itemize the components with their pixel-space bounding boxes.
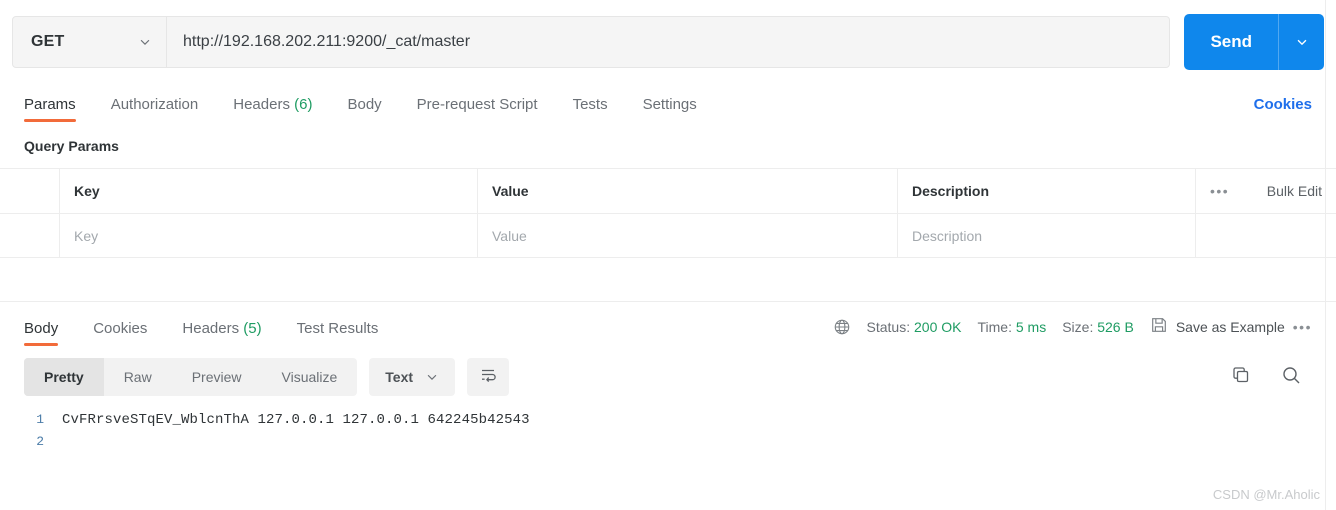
tab-settings-label: Settings (642, 96, 697, 113)
select-all-cell[interactable] (0, 169, 60, 213)
body-format-select[interactable]: Text (369, 358, 456, 396)
time-value: 5 ms (1015, 318, 1047, 335)
right-border-divider (1325, 0, 1326, 510)
response-tab-body-label: Body (24, 320, 59, 337)
code-line: 2 (0, 434, 1336, 456)
line-text: CvFRrsveSTqEV_WblcnThA 127.0.0.1 127.0.0… (62, 412, 530, 428)
tab-pre-request-script-label: Pre-request Script (416, 96, 538, 113)
request-url-bar: GET http://192.168.202.211:9200/_cat/mas… (0, 0, 1336, 70)
line-number: 1 (36, 412, 44, 427)
line-number: 2 (36, 434, 44, 449)
row-key-input[interactable]: Key (60, 214, 478, 257)
response-tab-body[interactable]: Body (24, 320, 59, 346)
status-label: Status: (866, 318, 911, 335)
query-params-title: Query Params (24, 138, 119, 154)
section-divider (0, 258, 1336, 302)
response-tab-test-results[interactable]: Test Results (297, 320, 379, 346)
watermark: CSDN @Mr.Aholic (1212, 487, 1320, 502)
postman-window: GET http://192.168.202.211:9200/_cat/mas… (0, 0, 1336, 510)
view-mode-raw[interactable]: Raw (104, 358, 172, 396)
size-badge: Size: 526 B (1062, 319, 1134, 335)
size-value: 526 B (1097, 318, 1134, 335)
view-mode-switcher: Pretty Raw Preview Visualize (24, 358, 358, 396)
request-tabs: Params Authorization Headers (6) Body Pr… (0, 82, 1336, 122)
save-as-example-button[interactable]: Save as Example ••• (1150, 316, 1312, 337)
status-value: 200 OK (914, 318, 962, 335)
tab-settings[interactable]: Settings (643, 96, 697, 122)
row-description-placeholder: Description (912, 227, 983, 244)
tab-params-label: Params (24, 96, 76, 113)
response-tab-cookies[interactable]: Cookies (93, 320, 147, 346)
table-actions-cell: ••• Bulk Edit (1196, 169, 1336, 213)
column-header-description: Description (898, 169, 1196, 213)
status-badge: Status: 200 OK (867, 319, 962, 335)
tab-tests-label: Tests (572, 96, 608, 113)
code-line: 1 CvFRrsveSTqEV_WblcnThA 127.0.0.1 127.0… (0, 412, 1336, 434)
response-more-options-icon[interactable]: ••• (1293, 319, 1312, 335)
more-options-icon[interactable]: ••• (1210, 183, 1229, 199)
column-header-key: Key (60, 169, 478, 213)
tab-tests[interactable]: Tests (573, 96, 608, 122)
row-value-placeholder: Value (492, 227, 527, 244)
chevron-down-icon (425, 370, 439, 384)
table-header-row: Key Value Description ••• Bulk Edit (0, 169, 1336, 213)
row-checkbox-cell[interactable] (0, 214, 60, 257)
copy-icon[interactable] (1230, 364, 1252, 391)
wrap-lines-icon (478, 365, 498, 390)
row-key-placeholder: Key (74, 227, 99, 244)
view-mode-pretty[interactable]: Pretty (24, 358, 104, 396)
column-header-description-label: Description (912, 183, 990, 199)
tab-body[interactable]: Body (347, 96, 381, 122)
row-value-input[interactable]: Value (478, 214, 898, 257)
response-tab-test-results-label: Test Results (296, 320, 379, 337)
row-actions-cell (1196, 214, 1336, 257)
http-method-select[interactable]: GET (12, 16, 167, 68)
send-button[interactable]: Send (1184, 14, 1278, 70)
response-tab-headers-count: (5) (243, 320, 262, 337)
column-header-value-label: Value (492, 183, 529, 199)
tab-authorization[interactable]: Authorization (111, 96, 199, 122)
send-button-group[interactable]: Send (1184, 14, 1324, 70)
body-format-label: Text (385, 369, 414, 385)
globe-icon (833, 318, 851, 336)
wrap-lines-button[interactable] (467, 358, 510, 396)
response-meta: Status: 200 OK Time: 5 ms Size: 526 B Sa… (833, 316, 1312, 346)
response-tab-cookies-label: Cookies (93, 320, 148, 337)
search-icon[interactable] (1280, 364, 1302, 391)
response-body-content[interactable]: 1 CvFRrsveSTqEV_WblcnThA 127.0.0.1 127.0… (0, 396, 1336, 456)
response-tab-headers-label: Headers (182, 320, 240, 337)
tab-headers-label: Headers (233, 96, 290, 113)
query-params-table: Key Value Description ••• Bulk Edit Key … (0, 168, 1336, 258)
bulk-edit-button[interactable]: Bulk Edit (1267, 183, 1322, 199)
tab-authorization-label: Authorization (110, 96, 199, 113)
table-row: Key Value Description (0, 213, 1336, 257)
tab-headers[interactable]: Headers (6) (233, 96, 312, 122)
time-badge: Time: 5 ms (978, 319, 1047, 335)
send-options-caret[interactable] (1278, 14, 1324, 70)
response-body-toolbar: Pretty Raw Preview Visualize Text (0, 346, 1336, 396)
response-tab-headers[interactable]: Headers (5) (182, 320, 261, 346)
http-method-label: GET (31, 33, 65, 50)
tab-body-label: Body (347, 96, 382, 113)
chevron-down-icon (138, 35, 152, 49)
url-input[interactable]: http://192.168.202.211:9200/_cat/master (167, 16, 1171, 68)
body-toolbar-actions (1230, 364, 1312, 391)
save-as-example-label: Save as Example (1175, 318, 1285, 335)
size-label: Size: (1062, 318, 1094, 335)
column-header-key-label: Key (74, 183, 100, 199)
column-header-value: Value (478, 169, 898, 213)
row-description-input[interactable]: Description (898, 214, 1196, 257)
cookies-link[interactable]: Cookies (1254, 96, 1312, 122)
url-text: http://192.168.202.211:9200/_cat/master (183, 33, 471, 50)
tab-pre-request-script[interactable]: Pre-request Script (417, 96, 538, 122)
view-mode-preview[interactable]: Preview (172, 358, 262, 396)
response-tabs: Body Cookies Headers (5) Test Results St… (0, 302, 1336, 346)
time-label: Time: (977, 318, 1012, 335)
tab-headers-count: (6) (294, 96, 313, 113)
view-mode-visualize[interactable]: Visualize (262, 358, 358, 396)
tab-params[interactable]: Params (24, 96, 76, 122)
save-icon (1150, 316, 1168, 337)
